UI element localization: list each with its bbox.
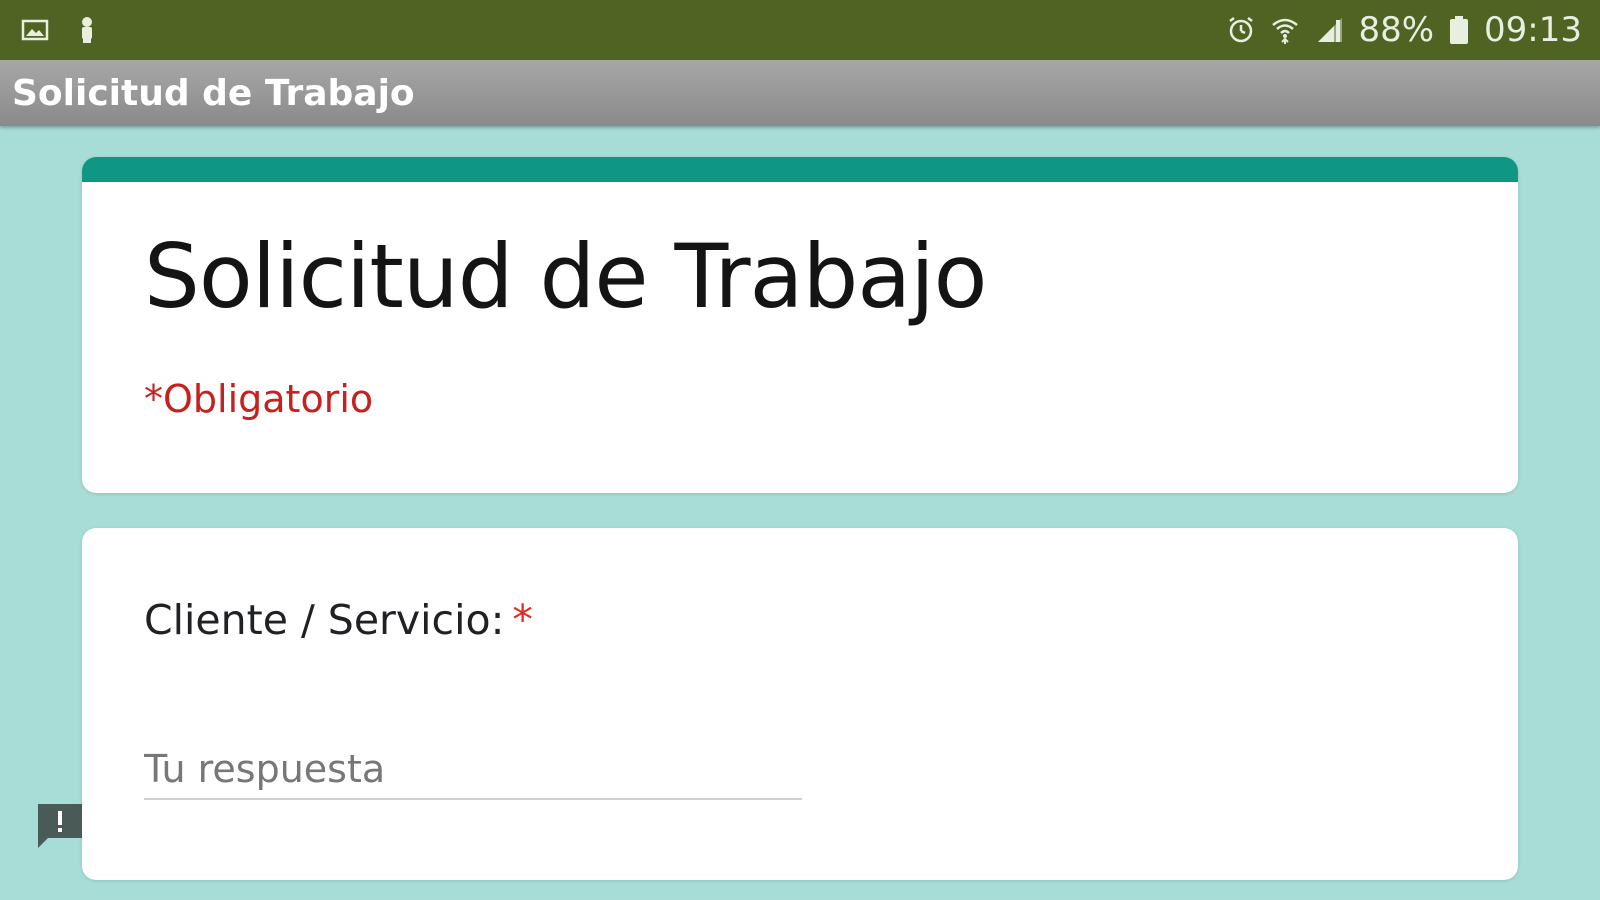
status-bar-right: 88% 09:13: [1226, 10, 1582, 50]
status-bar-left: [20, 15, 102, 45]
person-notification-icon: [72, 15, 102, 45]
required-star: *: [512, 596, 533, 644]
feedback-button[interactable]: [34, 800, 86, 852]
app-title: Solicitud de Trabajo: [12, 72, 415, 114]
question-label-text: Cliente / Servicio:: [144, 596, 505, 644]
battery-icon: [1448, 15, 1470, 45]
image-notification-icon: [20, 15, 50, 45]
form-header-card: Solicitud de Trabajo *Obligatorio: [82, 157, 1518, 493]
form-accent-bar: [82, 157, 1518, 182]
clock: 09:13: [1484, 10, 1582, 50]
feedback-icon: [38, 804, 82, 848]
wifi-icon: [1270, 15, 1300, 45]
form-title: Solicitud de Trabajo: [144, 225, 988, 328]
question-card: Cliente / Servicio: *: [82, 528, 1518, 880]
status-bar: 88% 09:13: [0, 0, 1600, 60]
answer-input[interactable]: [144, 740, 802, 800]
battery-percentage: 88%: [1358, 10, 1435, 50]
alarm-icon: [1226, 15, 1256, 45]
question-label: Cliente / Servicio: *: [144, 596, 533, 644]
cell-signal-icon: [1314, 15, 1344, 45]
app-bar: Solicitud de Trabajo: [0, 60, 1600, 126]
required-note: *Obligatorio: [144, 377, 374, 421]
